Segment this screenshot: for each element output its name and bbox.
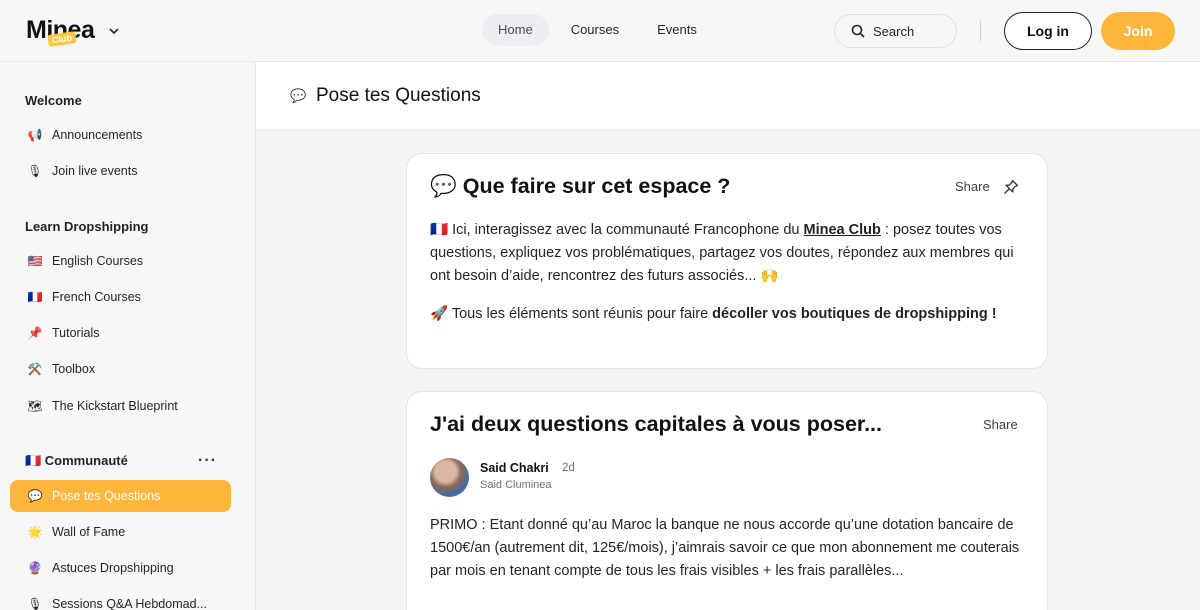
post-body: PRIMO : Etant donné qu’au Maroc la banqu…: [430, 517, 1020, 579]
sidebar-item-label: The Kickstart Blueprint: [52, 399, 178, 413]
post-title[interactable]: J'ai deux questions capitales à vous pos…: [430, 412, 882, 437]
share-button[interactable]: Share: [955, 179, 990, 194]
map-icon: 🗺: [27, 399, 43, 413]
rocket-icon: 🚀: [430, 306, 449, 322]
post-time: 2d: [562, 462, 575, 474]
speech-bubble-icon: 💬: [27, 489, 43, 503]
post-card[interactable]: J'ai deux questions capitales à vous pos…: [406, 391, 1048, 610]
share-button[interactable]: Share: [983, 417, 1018, 432]
tools-icon: ⚒️: [27, 362, 43, 376]
logo[interactable]: Minea Club: [26, 15, 120, 49]
top-header: Minea Club Home Courses Events Search Lo…: [0, 0, 1200, 62]
sidebar-item-join-live-events[interactable]: 🎙 Join live events: [10, 155, 231, 187]
header-divider: [980, 21, 981, 41]
sidebar-item-label: Tutorials: [52, 326, 100, 340]
search-icon: [851, 24, 865, 38]
more-options-icon[interactable]: ···: [198, 452, 217, 470]
text-span: Ici, interagissez avec la communauté Fra…: [448, 222, 804, 238]
search-label: Search: [873, 23, 915, 39]
sidebar-item-announcements[interactable]: 📢 Announcements: [10, 119, 231, 151]
sidebar-item-label: Pose tes Questions: [52, 489, 161, 503]
speech-bubble-icon: 💬: [430, 174, 457, 198]
sidebar-item-label: Join live events: [52, 164, 138, 178]
sidebar-item-label: French Courses: [52, 290, 141, 304]
nav-courses[interactable]: Courses: [555, 14, 635, 46]
sidebar-item-label: Announcements: [52, 128, 143, 142]
pinned-post-card[interactable]: 💬 Que faire sur cet espace ? Share 🇫🇷 Ic…: [406, 153, 1048, 369]
sidebar-item-pose-tes-questions[interactable]: 💬 Pose tes Questions: [10, 480, 231, 512]
microphone-icon: 🎙: [27, 597, 43, 610]
nav-events[interactable]: Events: [641, 14, 713, 46]
sidebar-item-label: English Courses: [52, 254, 144, 268]
sidebar-heading-communaute: 🇫🇷 Communauté: [25, 453, 128, 468]
sidebar-heading-welcome: Welcome: [25, 93, 82, 108]
space-header: 💬 Pose tes Questions: [256, 62, 1200, 131]
sidebar-item-astuces-dropshipping[interactable]: 🔮 Astuces Dropshipping: [10, 552, 231, 584]
avatar[interactable]: [430, 458, 469, 497]
pin-icon[interactable]: [1003, 179, 1019, 195]
crystal-ball-icon: 🔮: [27, 561, 43, 575]
login-button[interactable]: Log in: [1004, 12, 1092, 50]
post-paragraph: 🚀 Tous les éléments sont réunis pour fai…: [430, 303, 1030, 326]
search-button[interactable]: Search: [834, 14, 957, 48]
sidebar-heading-learn: Learn Dropshipping: [25, 219, 149, 234]
pushpin-icon: 📌: [27, 326, 43, 340]
star-icon: 🌟: [27, 525, 43, 539]
nav-home[interactable]: Home: [482, 14, 549, 46]
text-span: Tous les éléments sont réunis pour faire: [448, 306, 713, 322]
post-title-text: Que faire sur cet espace ?: [462, 174, 731, 198]
sidebar-item-toolbox[interactable]: ⚒️ Toolbox: [10, 353, 231, 385]
sidebar-item-sessions-qa[interactable]: 🎙 Sessions Q&A Hebdomad...: [10, 588, 231, 610]
sidebar-item-tutorials[interactable]: 📌 Tutorials: [10, 317, 231, 349]
post-title[interactable]: 💬 Que faire sur cet espace ?: [430, 174, 730, 199]
chevron-down-icon[interactable]: [108, 25, 120, 37]
sidebar-item-kickstart-blueprint[interactable]: 🗺 The Kickstart Blueprint: [10, 390, 231, 422]
author-name[interactable]: Said Chakri: [480, 461, 549, 475]
main-nav: Home Courses Events: [482, 14, 713, 46]
sidebar-item-label: Wall of Fame: [52, 525, 126, 539]
minea-club-link[interactable]: Minea Club: [804, 222, 881, 238]
post-paragraph: 🇫🇷 Ici, interagissez avec la communauté …: [430, 219, 1030, 288]
sidebar-item-english-courses[interactable]: 🇺🇸 English Courses: [10, 245, 231, 277]
author-headline: Said Cluminea: [480, 479, 552, 491]
sidebar-item-label: Sessions Q&A Hebdomad...: [52, 597, 207, 610]
fr-flag-icon: 🇫🇷: [430, 222, 449, 238]
microphone-icon: 🎙: [27, 164, 43, 178]
sidebar-item-wall-of-fame[interactable]: 🌟 Wall of Fame: [10, 516, 231, 548]
us-flag-icon: 🇺🇸: [27, 254, 43, 268]
sidebar: Welcome 📢 Announcements 🎙 Join live even…: [0, 62, 256, 610]
speech-bubble-icon: 💬: [290, 88, 307, 103]
join-button[interactable]: Join: [1101, 12, 1175, 50]
fr-flag-icon: 🇫🇷: [27, 290, 43, 304]
page-title: Pose tes Questions: [316, 85, 481, 106]
sidebar-item-label: Astuces Dropshipping: [52, 561, 174, 575]
sidebar-item-label: Toolbox: [52, 362, 96, 376]
megaphone-icon: 📢: [27, 128, 43, 142]
sidebar-item-french-courses[interactable]: 🇫🇷 French Courses: [10, 281, 231, 313]
bold-text: décoller vos boutiques de dropshipping !: [712, 306, 997, 322]
